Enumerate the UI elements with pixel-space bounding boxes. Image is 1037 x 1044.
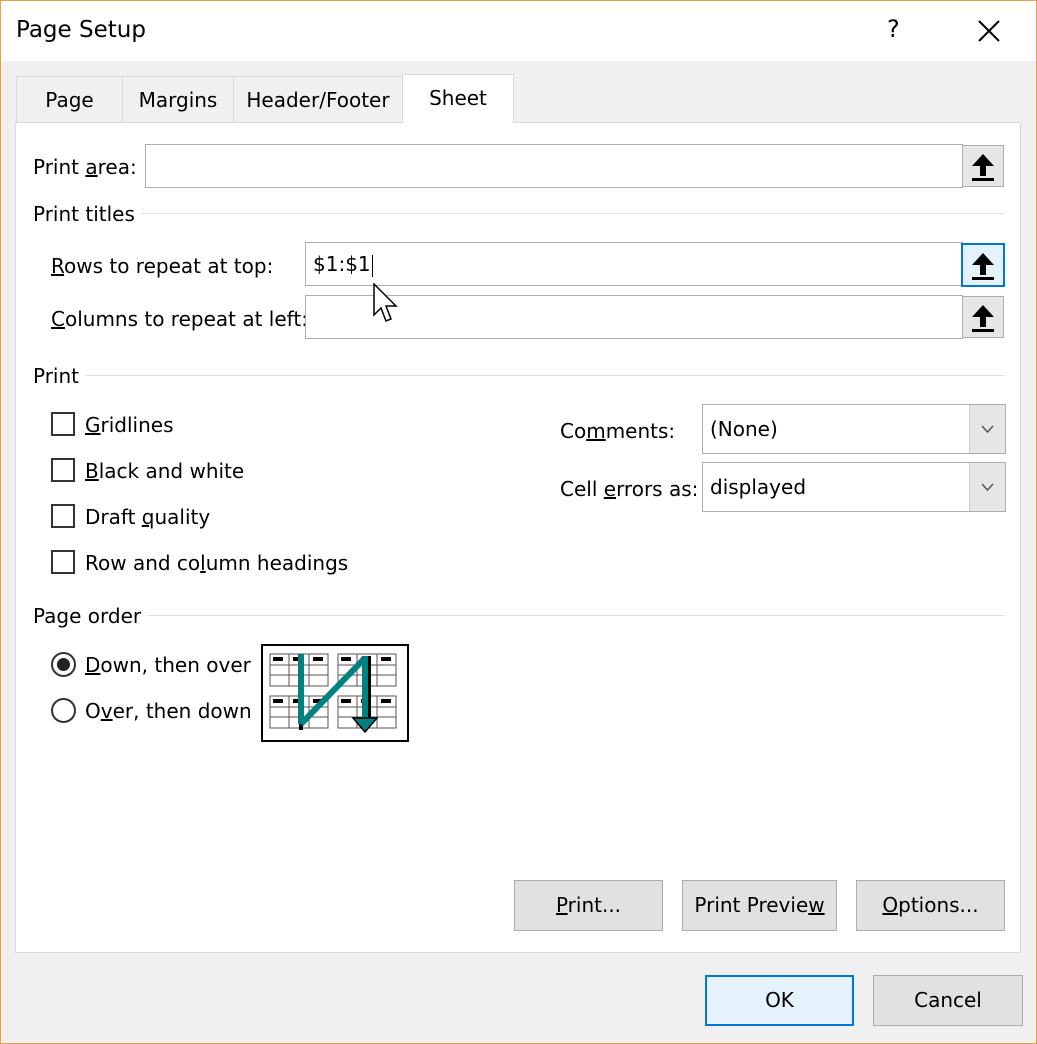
cell-errors-selected-value: displayed (710, 475, 807, 499)
cell-errors-dropdown-button[interactable] (969, 463, 1005, 511)
chevron-down-icon (981, 483, 994, 492)
page-order-section-label: Page order (33, 604, 148, 628)
columns-to-repeat-label: Columns to repeat at left: (51, 307, 308, 331)
close-button[interactable] (973, 15, 1005, 47)
down-then-over-label: Down, then over (85, 653, 251, 677)
comments-label: Comments: (560, 419, 676, 443)
print-area-collapse-button[interactable] (962, 145, 1004, 187)
black-and-white-checkbox[interactable] (51, 458, 75, 482)
comments-selected-value: (None) (710, 417, 778, 441)
tab-page[interactable]: Page (16, 76, 123, 122)
row-column-headings-label: Row and column headings (85, 551, 349, 575)
print-preview-button[interactable]: Print Preview (682, 880, 837, 931)
page-order-divider (33, 615, 1005, 616)
radio-selected-dot (57, 658, 70, 671)
tab-sheet[interactable]: Sheet (402, 74, 514, 123)
comments-dropdown-button[interactable] (969, 405, 1005, 453)
print-titles-divider (33, 213, 1005, 214)
arrow-up-icon (972, 305, 994, 332)
over-then-down-radio[interactable] (51, 698, 76, 723)
mouse-pointer-icon (373, 283, 398, 322)
tab-margins[interactable]: Margins (123, 76, 234, 122)
title-bar: Page Setup ? (1, 1, 1036, 61)
print-area-input[interactable] (145, 144, 963, 188)
close-icon (978, 20, 1000, 42)
rows-to-repeat-label: Rows to repeat at top: (51, 254, 274, 278)
options-button[interactable]: Options... (856, 880, 1005, 931)
over-then-down-label: Over, then down (85, 699, 252, 723)
gridlines-checkbox[interactable] (51, 412, 75, 436)
print-area-label: Print area: (33, 155, 137, 179)
black-and-white-label: Black and white (85, 459, 245, 483)
ok-button[interactable]: OK (705, 975, 854, 1026)
print-titles-section-label: Print titles (33, 202, 141, 226)
comments-select[interactable]: (None) (702, 404, 1006, 454)
tab-header-footer[interactable]: Header/Footer (234, 76, 403, 122)
columns-collapse-button[interactable] (962, 296, 1004, 338)
arrow-up-icon (972, 154, 994, 181)
rows-collapse-button[interactable] (961, 243, 1005, 287)
dialog-title: Page Setup (16, 17, 146, 43)
page-setup-dialog: Page Setup ? Page Margins Header/Footer … (0, 0, 1037, 1044)
row-column-headings-checkbox[interactable] (51, 550, 75, 574)
arrow-up-icon (972, 253, 994, 280)
cell-errors-label: Cell errors as: (560, 477, 699, 501)
sheet-tab-panel: Print area: Print titles Rows to repeat … (15, 122, 1021, 953)
columns-to-repeat-input[interactable] (305, 295, 963, 339)
text-caret (371, 254, 373, 277)
print-button[interactable]: Print... (514, 880, 663, 931)
chevron-down-icon (981, 425, 994, 434)
down-then-over-radio[interactable] (51, 652, 76, 677)
print-divider (33, 375, 1005, 376)
cancel-button[interactable]: Cancel (873, 975, 1023, 1026)
cell-errors-select[interactable]: displayed (702, 462, 1006, 512)
help-button[interactable]: ? (887, 15, 900, 43)
print-section-label: Print (33, 364, 86, 388)
draft-quality-checkbox[interactable] (51, 504, 75, 528)
page-order-preview-icon (261, 644, 409, 742)
draft-quality-label: Draft quality (85, 505, 211, 529)
gridlines-label: Gridlines (85, 413, 174, 437)
rows-to-repeat-input[interactable]: $1:$1 (305, 242, 963, 286)
